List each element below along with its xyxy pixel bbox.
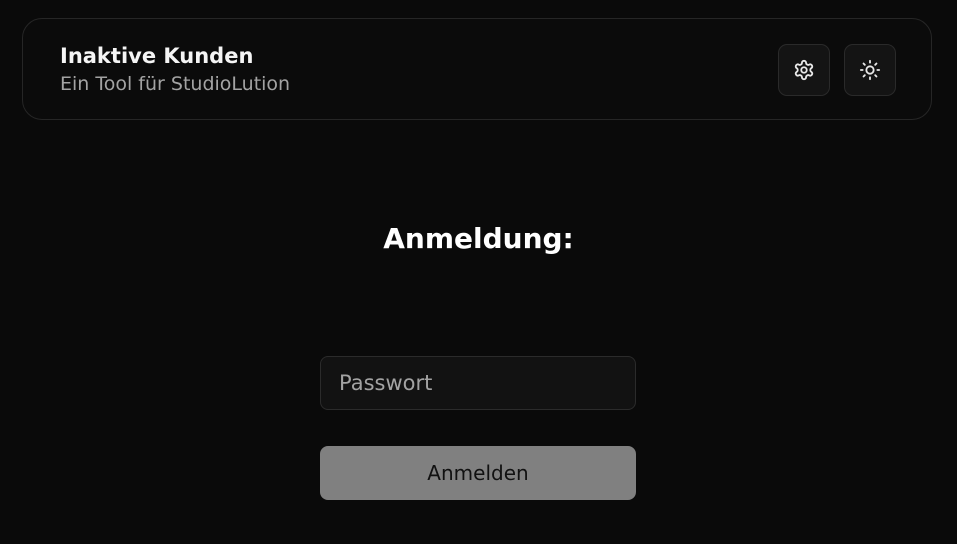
gear-icon [793,59,815,81]
app-subtitle: Ein Tool für StudioLution [60,73,291,95]
app-header: Inaktive Kunden Ein Tool für StudioLutio… [22,18,932,120]
sun-icon [859,59,881,81]
login-button[interactable]: Anmelden [320,446,636,500]
app-title: Inaktive Kunden [60,44,254,68]
login-heading: Anmeldung: [383,222,574,255]
password-input[interactable] [320,356,636,410]
theme-toggle-button[interactable] [844,44,896,96]
settings-button[interactable] [778,44,830,96]
